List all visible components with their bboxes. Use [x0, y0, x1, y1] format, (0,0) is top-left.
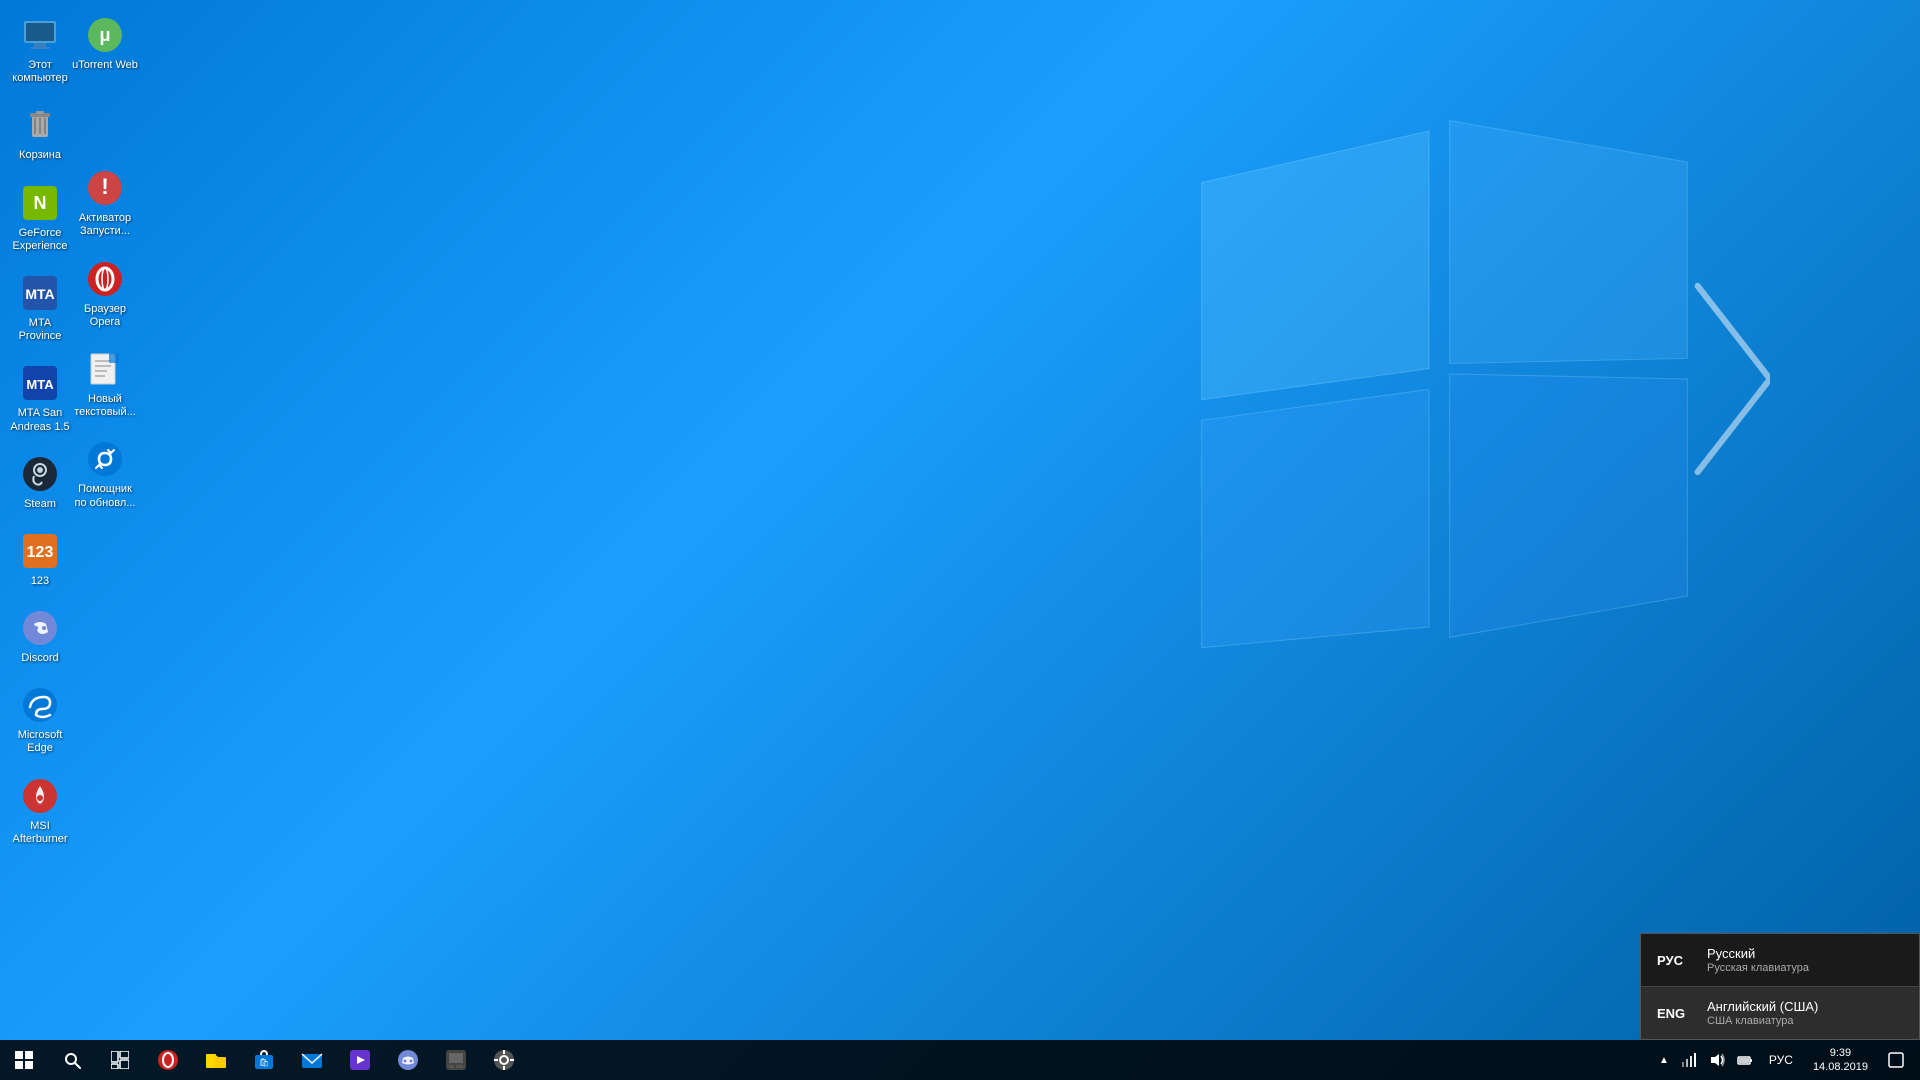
123-icon: 123	[20, 531, 60, 571]
notepad-label: Новыйтекстовый...	[74, 393, 136, 419]
desktop-icon-discord[interactable]: Discord	[0, 600, 80, 673]
clock-time: 9:39	[1830, 1046, 1851, 1060]
lang-item-eng[interactable]: ENG Английский (США) США клавиатура	[1641, 987, 1919, 1039]
mta-san-andreas-label: MTA SanAndreas 1.5	[10, 407, 69, 433]
svg-text:123: 123	[27, 544, 54, 561]
taskbar: 🛍	[0, 1040, 1920, 1080]
this-pc-icon	[20, 15, 60, 55]
msi-afterburner-icon	[20, 776, 60, 816]
opera-icon	[85, 259, 125, 299]
mta-san-andreas-icon: MTA	[20, 363, 60, 403]
lang-name-rus: Русский	[1707, 946, 1809, 961]
power-tray-icon[interactable]	[1733, 1040, 1757, 1080]
language-popup: РУС Русский Русская клавиатура ENG Англи…	[1640, 933, 1920, 1040]
svg-text:MTA: MTA	[26, 377, 54, 392]
lang-code-eng: ENG	[1657, 1006, 1707, 1021]
edge-label: MicrosoftEdge	[18, 729, 63, 755]
utorrent-label: uTorrent Web	[72, 59, 138, 72]
svg-text:🛍: 🛍	[259, 1058, 269, 1067]
geforce-icon: N	[20, 183, 60, 223]
trash-icon	[20, 105, 60, 145]
taskbar-app-7[interactable]	[432, 1040, 480, 1080]
taskbar-app-discord[interactable]	[384, 1040, 432, 1080]
desktop-icon-notepad[interactable]: Новыйтекстовый...	[65, 341, 145, 427]
taskbar-clock[interactable]: 9:39 14.08.2019	[1805, 1040, 1876, 1080]
discord-label: Discord	[21, 652, 58, 665]
taskbar-lang-text: РУС	[1769, 1053, 1793, 1067]
desktop-icon-opera[interactable]: БраузерOpera	[65, 251, 145, 337]
taskbar-app-8[interactable]	[480, 1040, 528, 1080]
show-hidden-icons[interactable]: ▲	[1655, 1040, 1673, 1080]
msi-afterburner-label: MSIAfterburner	[12, 820, 67, 846]
taskbar-app-mail[interactable]	[288, 1040, 336, 1080]
steam-label: Steam	[24, 498, 56, 511]
updater-label: Помощникпо обновл...	[75, 483, 136, 509]
icon-spacer	[65, 82, 145, 158]
desktop-icon-updater[interactable]: Помощникпо обновл...	[65, 431, 145, 517]
geforce-label: GeForceExperience	[12, 227, 67, 253]
lang-keyboard-eng: США клавиатура	[1707, 1015, 1818, 1027]
desktop-icon-123[interactable]: 123 123	[0, 523, 80, 596]
steam-icon	[20, 454, 60, 494]
taskbar-app-store[interactable]: 🛍	[240, 1040, 288, 1080]
desktop-icons-right: μ uTorrent Web ! АктиваторЗапусти... Бра…	[65, 5, 145, 520]
search-button[interactable]	[48, 1040, 96, 1080]
task-view-button[interactable]	[96, 1040, 144, 1080]
discord-icon	[20, 608, 60, 648]
notepad-icon	[85, 349, 125, 389]
trash-label: Корзина	[19, 149, 61, 162]
lang-desc-rus: Русский Русская клавиатура	[1707, 946, 1809, 974]
taskbar-app-opera[interactable]	[144, 1040, 192, 1080]
activator-icon: !	[85, 168, 125, 208]
mta-province-label: MTAProvince	[19, 317, 62, 343]
notification-center-button[interactable]	[1880, 1040, 1912, 1080]
windows-logo-background	[1150, 100, 1770, 720]
volume-tray-icon[interactable]	[1705, 1040, 1729, 1080]
desktop-icon-utorrent[interactable]: μ uTorrent Web	[65, 7, 145, 80]
123-label: 123	[31, 575, 49, 588]
lang-item-rus[interactable]: РУС Русский Русская клавиатура	[1641, 934, 1919, 987]
svg-text:N: N	[34, 193, 47, 213]
svg-text:μ: μ	[99, 25, 110, 45]
start-button[interactable]	[0, 1040, 48, 1080]
svg-text:!: !	[101, 174, 108, 199]
network-tray-icon[interactable]	[1677, 1040, 1701, 1080]
lang-keyboard-rus: Русская клавиатура	[1707, 962, 1809, 974]
lang-code-rus: РУС	[1657, 953, 1707, 968]
desktop-icon-activator[interactable]: ! АктиваторЗапусти...	[65, 160, 145, 246]
clock-date: 14.08.2019	[1813, 1060, 1868, 1074]
opera-label: БраузерOpera	[84, 303, 126, 329]
updater-icon	[85, 439, 125, 479]
utorrent-icon: μ	[85, 15, 125, 55]
taskbar-app-explorer[interactable]	[192, 1040, 240, 1080]
taskbar-language[interactable]: РУС	[1761, 1040, 1801, 1080]
activator-label: АктиваторЗапусти...	[79, 212, 131, 238]
desktop-icon-edge[interactable]: MicrosoftEdge	[0, 677, 80, 763]
edge-icon	[20, 685, 60, 725]
svg-text:MTA: MTA	[25, 286, 54, 302]
lang-desc-eng: Английский (США) США клавиатура	[1707, 999, 1818, 1027]
taskbar-app-media[interactable]	[336, 1040, 384, 1080]
taskbar-pinned-apps: 🛍	[144, 1040, 1647, 1080]
this-pc-label: Этоткомпьютер	[12, 59, 67, 85]
system-tray: ▲ Р	[1647, 1040, 1920, 1080]
lang-name-eng: Английский (США)	[1707, 999, 1818, 1014]
desktop-icon-msi-afterburner[interactable]: MSIAfterburner	[0, 768, 80, 854]
mta-province-icon: MTA	[20, 273, 60, 313]
